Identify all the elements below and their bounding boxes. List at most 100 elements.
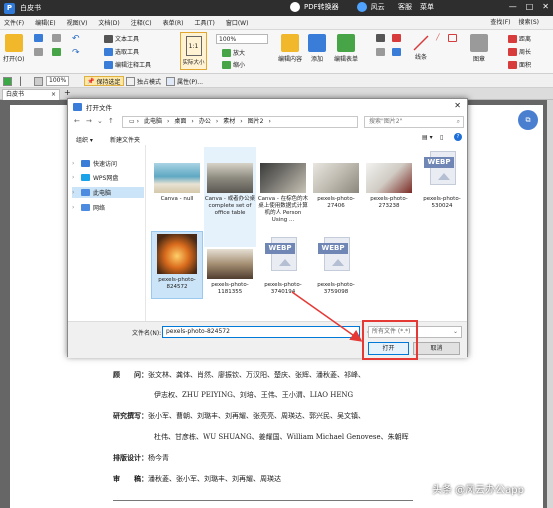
open-button[interactable]: 打开(O) bbox=[3, 34, 24, 63]
perimeter-button[interactable]: 周长 bbox=[508, 47, 531, 56]
dialog-close-button[interactable]: ✕ bbox=[454, 101, 461, 110]
add-icon bbox=[308, 34, 326, 52]
fill-color-swatch[interactable] bbox=[3, 76, 12, 86]
nav-quick-access[interactable]: › 快速访问 bbox=[72, 159, 117, 168]
line-button[interactable]: 线条 bbox=[412, 34, 430, 61]
find-button[interactable]: 查找(F) bbox=[490, 17, 510, 26]
up-arrow-icon[interactable]: ↑ bbox=[108, 117, 114, 125]
menu-form[interactable]: 表单(R) bbox=[163, 18, 184, 27]
menu-tools[interactable]: 工具(T) bbox=[194, 18, 214, 27]
zoom-select[interactable]: 100% bbox=[216, 34, 268, 44]
file-item[interactable]: pexels-photo-273238 bbox=[363, 163, 415, 210]
breadcrumb-item[interactable]: 此电脑 bbox=[144, 117, 162, 127]
rectangle-icon[interactable] bbox=[448, 34, 457, 42]
close-window-button[interactable]: ✕ bbox=[542, 2, 549, 11]
line-width-icon[interactable]: │ bbox=[18, 76, 23, 86]
file-item[interactable]: Canva - 在棕色的木桌上使用数据式计算机的人 Person Using .… bbox=[257, 163, 309, 224]
main-menu-link[interactable]: 菜单 bbox=[420, 2, 434, 12]
menu-edit[interactable]: 编辑(E) bbox=[35, 18, 55, 27]
file-item[interactable]: pexels-photo-27406 bbox=[310, 163, 362, 210]
vertical-scrollbar[interactable] bbox=[547, 100, 553, 508]
properties-button[interactable]: 属性(P)... bbox=[166, 76, 203, 86]
mail-icon[interactable] bbox=[52, 34, 61, 42]
text-tool-button[interactable]: 文本工具 bbox=[104, 34, 139, 43]
keep-selected-toggle[interactable]: 📌 保持选定 bbox=[84, 76, 124, 86]
nav-network[interactable]: › 网络 bbox=[72, 203, 105, 212]
address-bar[interactable]: ▭ › 此电脑 › 桌面 › 办公 › 素材 › 图片2 › bbox=[122, 116, 358, 128]
distance-button[interactable]: 距离 bbox=[508, 34, 531, 43]
menu-comment[interactable]: 注释(C) bbox=[131, 18, 152, 27]
maximize-button[interactable]: □ bbox=[526, 2, 534, 11]
star-icon bbox=[81, 160, 90, 167]
organize-button[interactable]: 组织 ▾ bbox=[76, 135, 93, 144]
doc-line-6: 审 稿：潘秋菱、张小军、刘璐丰、刘再耀、周瑛达 bbox=[113, 474, 281, 483]
actual-size-button[interactable]: 1:1 实际大小 bbox=[180, 32, 207, 70]
menu-view[interactable]: 视图(V) bbox=[67, 18, 88, 27]
secondary-toolbar: │ 100% 📌 保持选定 独占模式 属性(P)... bbox=[0, 74, 553, 88]
redo-icon[interactable]: ↷ bbox=[72, 48, 80, 58]
pdf-converter-link[interactable]: PDF转换器 bbox=[304, 2, 339, 12]
add-button[interactable]: 添加 bbox=[308, 34, 326, 63]
side-panel-button[interactable]: ⧉ bbox=[518, 110, 538, 130]
file-item-selected[interactable]: pexels-photo-824572 bbox=[151, 231, 203, 299]
menu-file[interactable]: 文件(F) bbox=[4, 18, 24, 27]
text-box-icon[interactable] bbox=[376, 34, 385, 42]
pdf-converter-icon[interactable] bbox=[290, 2, 300, 12]
highlight-icon[interactable] bbox=[392, 34, 401, 42]
new-tab-button[interactable]: + bbox=[64, 88, 71, 97]
file-item[interactable]: WEBP pexels-photo-530024 bbox=[416, 151, 468, 210]
tab-document[interactable]: 白皮书 × bbox=[2, 89, 60, 100]
stamp-button[interactable]: 图章 bbox=[470, 34, 488, 63]
webp-file-icon: WEBP bbox=[265, 237, 301, 279]
nav-this-pc[interactable]: › 此电脑 bbox=[72, 187, 144, 198]
file-item[interactable]: Canva - 或者办公桌 complete set of office tab… bbox=[204, 147, 256, 247]
breadcrumb-item[interactable]: 图片2 bbox=[248, 117, 264, 127]
edit-form-button[interactable]: 编辑表单 bbox=[334, 34, 358, 63]
search-button[interactable]: 搜索(S) bbox=[519, 17, 540, 26]
zoom2-select[interactable]: 100% bbox=[46, 76, 70, 86]
new-folder-button[interactable]: 新建文件夹 bbox=[110, 135, 140, 144]
image-icon[interactable] bbox=[52, 48, 61, 56]
edit-note-tool-button[interactable]: 编辑注释工具 bbox=[104, 60, 151, 69]
print-icon[interactable] bbox=[34, 48, 43, 56]
recent-chevron-icon[interactable]: ⌄ bbox=[97, 117, 103, 125]
opacity-icon[interactable] bbox=[34, 76, 43, 86]
arrow-icon[interactable]: ╱ bbox=[436, 34, 440, 41]
fengyun-link[interactable]: 风云 bbox=[371, 2, 385, 12]
zoom-out-button[interactable]: 缩小 bbox=[222, 60, 245, 69]
minimize-button[interactable]: — bbox=[509, 2, 517, 11]
tab-close-icon[interactable]: × bbox=[51, 90, 56, 100]
select-tool-button[interactable]: 选取工具 bbox=[104, 47, 139, 56]
file-item[interactable]: WEBP pexels-photo-3759098 bbox=[310, 237, 362, 296]
sound-icon[interactable] bbox=[392, 48, 401, 56]
back-arrow-icon[interactable]: ← bbox=[74, 117, 80, 125]
menu-document[interactable]: 文档(D) bbox=[98, 18, 119, 27]
file-thumbnail bbox=[157, 234, 197, 274]
edit-content-icon bbox=[281, 34, 299, 52]
file-item[interactable]: WEBP pexels-photo-3740194 bbox=[257, 237, 309, 296]
typewriter-icon[interactable] bbox=[376, 48, 385, 56]
single-mode-toggle[interactable]: 独占模式 bbox=[126, 76, 161, 86]
save-icon[interactable] bbox=[34, 34, 43, 42]
breadcrumb-item[interactable]: 素材 bbox=[223, 117, 235, 127]
nav-wps-cloud[interactable]: › WPS网盘 bbox=[72, 173, 118, 182]
customer-service-link[interactable]: 客服 bbox=[398, 2, 412, 12]
help-icon[interactable]: ? bbox=[454, 133, 462, 141]
menu-window[interactable]: 窗口(W) bbox=[226, 18, 249, 27]
breadcrumb-item[interactable]: 办公 bbox=[199, 117, 211, 127]
preview-pane-icon[interactable]: ▯ bbox=[440, 134, 443, 141]
file-item[interactable]: Canva - null bbox=[151, 163, 203, 203]
area-button[interactable]: 面积 bbox=[508, 60, 531, 69]
view-options-icon[interactable]: ▤ ▾ bbox=[422, 134, 433, 141]
search-input[interactable]: 搜索"图片2" ⌕ bbox=[364, 116, 464, 128]
cloud-icon bbox=[81, 174, 90, 181]
breadcrumb-item[interactable]: 桌面 bbox=[174, 117, 186, 127]
zoom-in-button[interactable]: 放大 bbox=[222, 48, 245, 57]
fengyun-icon[interactable] bbox=[356, 2, 367, 12]
undo-icon[interactable]: ↶ bbox=[72, 34, 80, 44]
file-item[interactable]: pexels-photo-1181355 bbox=[204, 249, 256, 296]
edit-content-button[interactable]: 编辑内容 bbox=[278, 34, 302, 63]
filename-input[interactable]: pexels-photo-824572 ⌄ bbox=[162, 326, 371, 338]
forward-arrow-icon[interactable]: → bbox=[86, 117, 92, 125]
cancel-button[interactable]: 取消 bbox=[413, 342, 460, 355]
